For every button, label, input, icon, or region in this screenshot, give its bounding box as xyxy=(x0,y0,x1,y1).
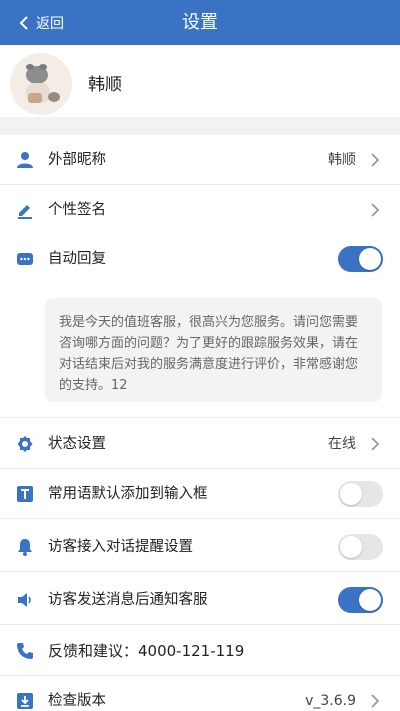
profile-row[interactable]: 韩顺 xyxy=(0,45,400,117)
feedback-label: 反馈和建议：4000-121-119 xyxy=(48,642,245,660)
visitor-notify-row: 访客发送消息后通知客服 xyxy=(0,575,400,625)
speaker-icon xyxy=(16,591,34,609)
status-row[interactable]: 状态设置 在线 xyxy=(0,419,400,469)
nickname-row[interactable]: 外部昵称 韩顺 xyxy=(0,135,400,185)
person-icon xyxy=(16,151,34,169)
visitor-notify-toggle[interactable] xyxy=(338,587,383,613)
visitor-notify-label: 访客发送消息后通知客服 xyxy=(48,592,208,608)
signature-label: 个性签名 xyxy=(48,202,106,218)
text-box-icon xyxy=(16,485,34,503)
download-icon xyxy=(16,692,34,710)
auto-reply-area: 我是今天的值班客服，很高兴为您服务。请问您需要咨询哪方面的问题？为了更好的跟踪服… xyxy=(0,284,400,418)
auto-reply-message[interactable]: 我是今天的值班客服，很高兴为您服务。请问您需要咨询哪方面的问题？为了更好的跟踪服… xyxy=(45,298,382,402)
gear-icon xyxy=(16,435,34,453)
auto-reply-row: 自动回复 xyxy=(0,234,400,284)
toggle-knob xyxy=(359,248,381,270)
visitor-reminder-row: 访客接入对话提醒设置 xyxy=(0,522,400,572)
profile-name: 韩顺 xyxy=(88,75,122,95)
top-bar: 返回 设置 xyxy=(0,0,400,45)
common-phrase-toggle[interactable] xyxy=(338,481,383,507)
toggle-knob xyxy=(340,536,362,558)
page-title: 设置 xyxy=(182,12,218,33)
chevron-right-icon xyxy=(370,202,380,218)
toggle-knob xyxy=(359,589,381,611)
version-label: 检查版本 xyxy=(48,693,106,709)
feedback-row[interactable]: 反馈和建议：4000-121-119 xyxy=(0,626,400,676)
visitor-reminder-label: 访客接入对话提醒设置 xyxy=(48,539,193,555)
bell-icon xyxy=(16,538,34,556)
common-phrase-row: 常用语默认添加到输入框 xyxy=(0,469,400,519)
chevron-right-icon xyxy=(370,693,380,709)
signature-row[interactable]: 个性签名 xyxy=(0,185,400,235)
version-row[interactable]: 检查版本 v_3.6.9 xyxy=(0,676,400,711)
auto-reply-label: 自动回复 xyxy=(48,251,106,267)
pencil-icon xyxy=(16,201,34,219)
chat-bubble-icon xyxy=(16,250,34,268)
avatar[interactable] xyxy=(10,53,72,115)
chevron-right-icon xyxy=(370,152,380,168)
nickname-value: 韩顺 xyxy=(328,152,356,168)
phone-icon xyxy=(16,642,34,660)
visitor-reminder-toggle[interactable] xyxy=(338,534,383,560)
nickname-label: 外部昵称 xyxy=(48,152,106,168)
status-value: 在线 xyxy=(328,436,356,452)
chevron-right-icon xyxy=(370,436,380,452)
version-value: v_3.6.9 xyxy=(305,693,356,709)
section-divider xyxy=(0,117,400,135)
status-label: 状态设置 xyxy=(48,436,106,452)
toggle-knob xyxy=(340,483,362,505)
auto-reply-toggle[interactable] xyxy=(338,246,383,272)
common-phrase-label: 常用语默认添加到输入框 xyxy=(48,486,208,502)
